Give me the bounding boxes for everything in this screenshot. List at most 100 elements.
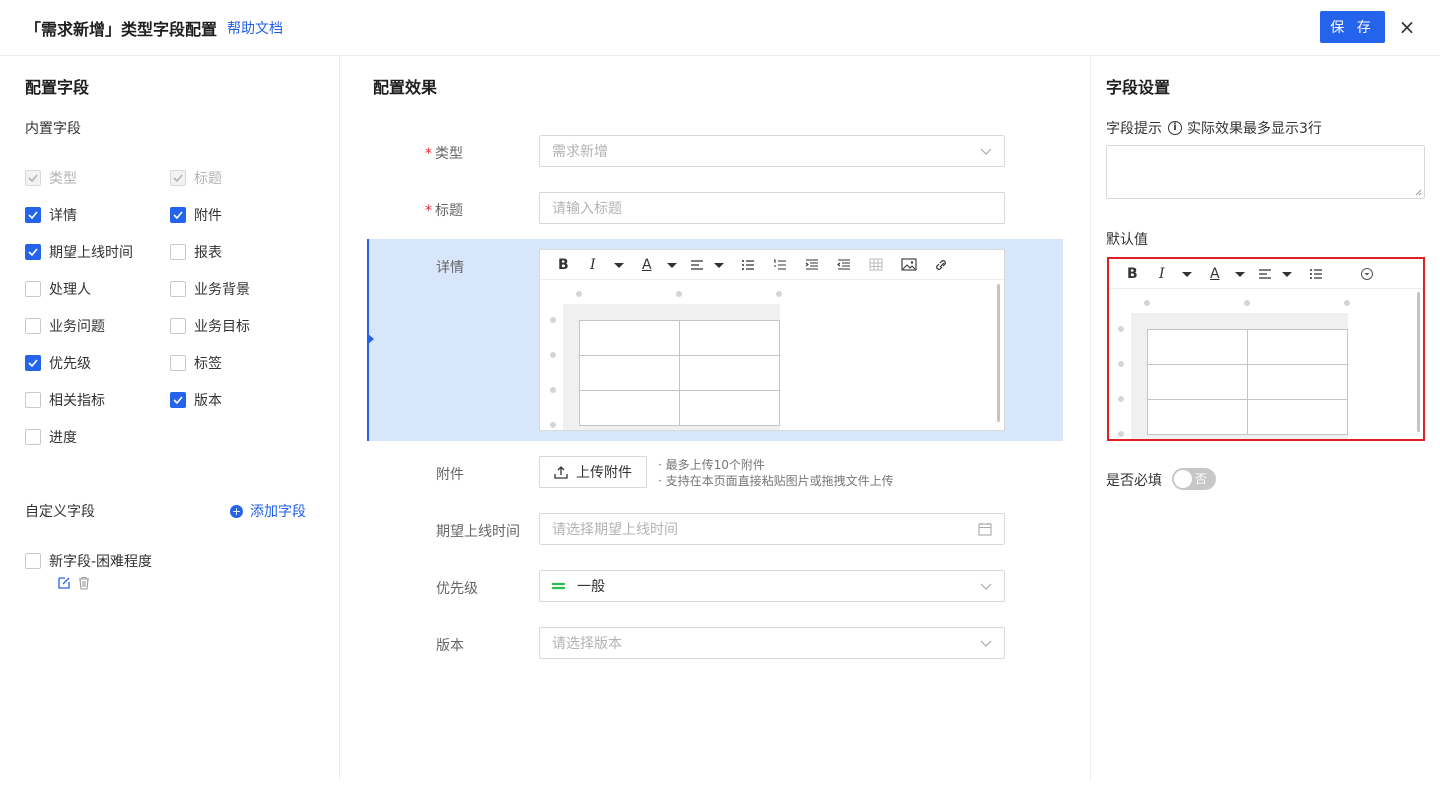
editor-scrollbar[interactable] xyxy=(1417,292,1420,432)
checkbox[interactable] xyxy=(25,392,41,408)
builtin-field-item[interactable]: 业务背景 xyxy=(170,279,250,299)
builtin-field-label: 相关指标 xyxy=(49,393,105,409)
checkbox[interactable] xyxy=(170,207,186,223)
title-input[interactable]: 请输入标题 xyxy=(539,192,1005,224)
checkbox[interactable] xyxy=(170,392,186,408)
save-button[interactable]: 保 存 xyxy=(1320,11,1385,43)
caret-down-icon[interactable] xyxy=(667,256,677,274)
handle-dot[interactable] xyxy=(550,387,556,393)
handle-dot[interactable] xyxy=(1244,300,1250,306)
builtin-field-item[interactable]: 附件 xyxy=(170,205,222,225)
checkbox[interactable] xyxy=(25,281,41,297)
bold-button[interactable]: B xyxy=(558,256,569,274)
caret-down-icon[interactable] xyxy=(1182,265,1192,283)
type-select-value: 需求新增 xyxy=(552,144,608,160)
more-tools-icon[interactable] xyxy=(1360,265,1374,283)
bullet-list-icon[interactable] xyxy=(1309,265,1323,283)
dialog-title: 「需求新增」类型字段配置 xyxy=(25,19,218,39)
default-value-editor[interactable]: B I A xyxy=(1107,257,1425,441)
date-picker[interactable]: 请选择期望上线时间 xyxy=(539,513,1005,545)
editor-toolbar: B I A xyxy=(1109,259,1423,289)
align-icon[interactable] xyxy=(690,256,704,274)
builtin-field-item[interactable]: 处理人 xyxy=(25,279,91,299)
indent-icon[interactable] xyxy=(805,256,819,274)
checkbox[interactable] xyxy=(25,318,41,334)
link-icon[interactable] xyxy=(933,256,949,274)
image-icon[interactable] xyxy=(901,256,917,274)
handle-dot[interactable] xyxy=(1118,326,1124,332)
config-preview-title: 配置效果 xyxy=(373,78,438,97)
chevron-down-icon xyxy=(980,640,992,647)
outdent-icon[interactable] xyxy=(837,256,851,274)
default-value-label: 默认值 xyxy=(1106,232,1148,248)
detail-rich-editor[interactable]: B I A xyxy=(539,249,1005,431)
checkbox[interactable] xyxy=(170,355,186,371)
handle-dot[interactable] xyxy=(1144,300,1150,306)
checkbox[interactable] xyxy=(25,429,41,445)
edit-icon[interactable] xyxy=(57,576,71,594)
builtin-field-item[interactable]: 期望上线时间 xyxy=(25,242,133,262)
handle-dot[interactable] xyxy=(1118,431,1124,437)
editor-scrollbar[interactable] xyxy=(997,284,1000,422)
priority-select[interactable]: 一般 xyxy=(539,570,1005,602)
editor-table[interactable] xyxy=(1147,329,1348,435)
builtin-field-label: 优先级 xyxy=(49,356,91,372)
version-select[interactable]: 请选择版本 xyxy=(539,627,1005,659)
table-icon[interactable] xyxy=(869,256,883,274)
custom-field-item[interactable]: 新字段-困难程度 xyxy=(25,551,152,571)
font-color-button[interactable]: A xyxy=(642,256,652,274)
bullet-list-icon[interactable] xyxy=(741,256,755,274)
ordered-list-icon[interactable] xyxy=(773,256,787,274)
builtin-field-item[interactable]: 报表 xyxy=(170,242,222,262)
builtin-field-item[interactable]: 进度 xyxy=(25,427,77,447)
plus-circle-icon: + xyxy=(230,504,243,518)
italic-button[interactable]: I xyxy=(1159,265,1165,283)
custom-fields-title: 自定义字段 xyxy=(25,504,95,520)
detail-label: 详情 xyxy=(436,260,464,276)
checkbox[interactable] xyxy=(25,244,41,260)
field-tip-textarea[interactable] xyxy=(1106,145,1425,199)
handle-dot[interactable] xyxy=(1118,396,1124,402)
caret-down-icon[interactable] xyxy=(714,256,724,274)
font-color-button[interactable]: A xyxy=(1210,265,1220,283)
required-toggle[interactable]: 否 xyxy=(1172,468,1216,490)
checkbox[interactable] xyxy=(25,207,41,223)
handle-dot[interactable] xyxy=(576,291,582,297)
field-tip-row: 字段提示 i 实际效果最多显示3行 xyxy=(1106,118,1322,138)
builtin-field-label: 报表 xyxy=(194,245,222,261)
handle-dot[interactable] xyxy=(776,291,782,297)
builtin-field-item[interactable]: 业务问题 xyxy=(25,316,105,336)
type-select[interactable]: 需求新增 xyxy=(539,135,1005,167)
builtin-field-item[interactable]: 相关指标 xyxy=(25,390,105,410)
dialog-header: 「需求新增」类型字段配置 帮助文档 xyxy=(0,0,1440,56)
caret-down-icon[interactable] xyxy=(1235,265,1245,283)
trash-icon[interactable] xyxy=(77,576,91,594)
builtin-field-item[interactable]: 业务目标 xyxy=(170,316,250,336)
align-icon[interactable] xyxy=(1258,265,1272,283)
builtin-field-item[interactable]: 标签 xyxy=(170,353,222,373)
help-doc-link[interactable]: 帮助文档 xyxy=(227,18,283,38)
italic-button[interactable]: I xyxy=(590,256,596,274)
builtin-field-item[interactable]: 版本 xyxy=(170,390,222,410)
handle-dot[interactable] xyxy=(676,291,682,297)
close-icon[interactable]: × xyxy=(1398,16,1416,38)
checkbox[interactable] xyxy=(170,281,186,297)
add-field-button[interactable]: + 添加字段 xyxy=(230,501,306,521)
handle-dot[interactable] xyxy=(1118,361,1124,367)
checkbox[interactable] xyxy=(170,244,186,260)
checkbox[interactable] xyxy=(170,318,186,334)
checkbox[interactable] xyxy=(25,553,41,569)
handle-dot[interactable] xyxy=(550,352,556,358)
checkbox[interactable] xyxy=(25,355,41,371)
editor-table[interactable] xyxy=(579,320,780,426)
handle-dot[interactable] xyxy=(1344,300,1350,306)
caret-down-icon[interactable] xyxy=(614,256,624,274)
caret-down-icon[interactable] xyxy=(1282,265,1292,283)
builtin-field-item[interactable]: 详情 xyxy=(25,205,77,225)
handle-dot[interactable] xyxy=(550,422,556,428)
builtin-field-item[interactable]: 优先级 xyxy=(25,353,91,373)
resize-handle-icon xyxy=(1415,189,1422,196)
handle-dot[interactable] xyxy=(550,317,556,323)
bold-button[interactable]: B xyxy=(1127,265,1138,283)
upload-attachment-button[interactable]: 上传附件 xyxy=(539,456,647,488)
